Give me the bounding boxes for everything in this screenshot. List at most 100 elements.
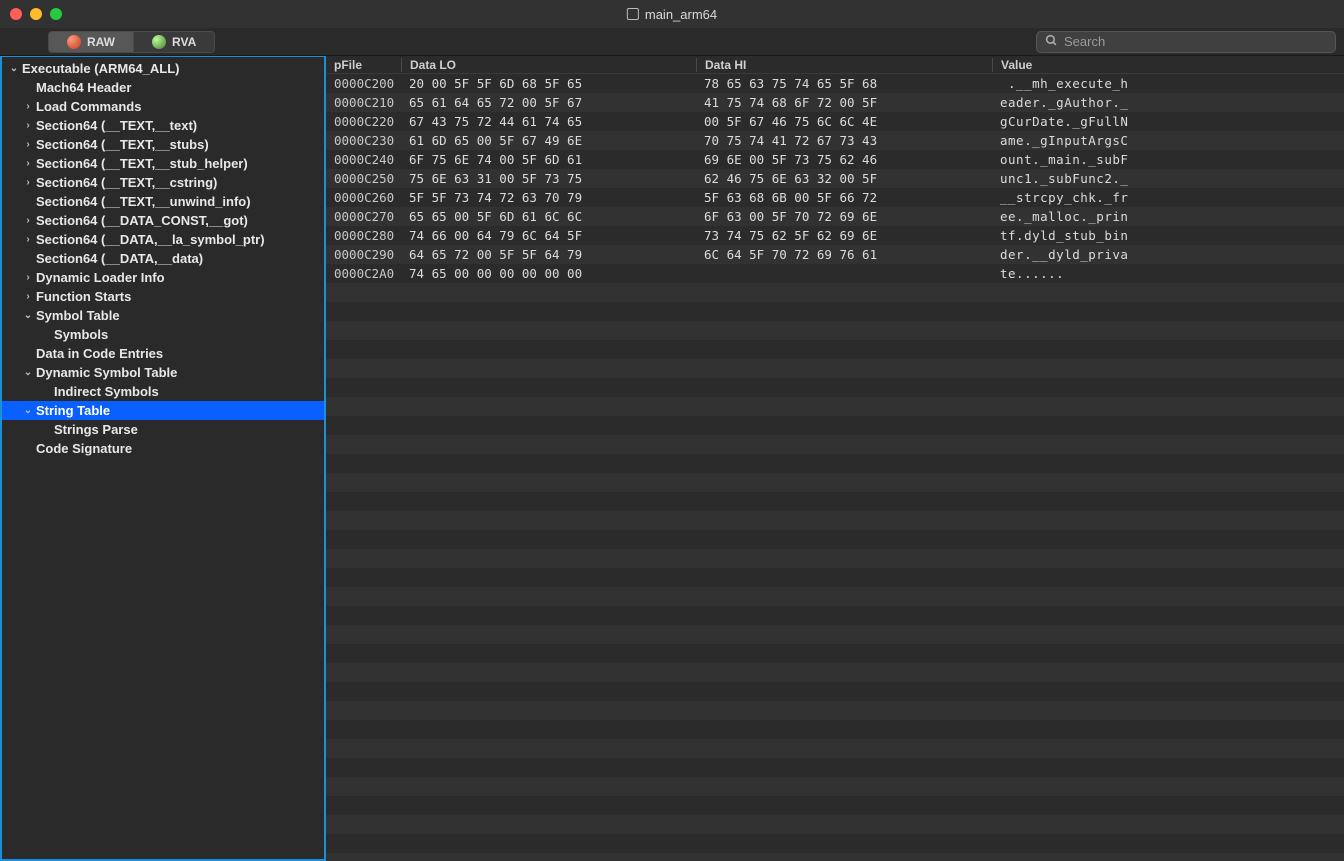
hex-row-empty bbox=[326, 701, 1344, 720]
tree-item-label: Section64 (__DATA,__la_symbol_ptr) bbox=[36, 232, 265, 247]
hex-row[interactable]: 0000C20020 00 5F 5F 6D 68 5F 6578 65 63 … bbox=[326, 74, 1344, 93]
tree-item[interactable]: ›Section64 (__TEXT,__stub_helper) bbox=[2, 154, 324, 173]
tree-item[interactable]: ›Section64 (__TEXT,__stubs) bbox=[2, 135, 324, 154]
tree-item-label: Function Starts bbox=[36, 289, 131, 304]
hex-data-hi: 62 46 75 6E 63 32 00 5F bbox=[696, 171, 992, 186]
tree-item[interactable]: Indirect Symbols bbox=[2, 382, 324, 401]
hex-row[interactable]: 0000C29064 65 72 00 5F 5F 64 796C 64 5F … bbox=[326, 245, 1344, 264]
disclosure-triangle-icon[interactable]: ⌄ bbox=[8, 63, 20, 74]
disclosure-triangle-icon[interactable]: › bbox=[22, 158, 34, 169]
hex-row[interactable]: 0000C23061 6D 65 00 5F 67 49 6E70 75 74 … bbox=[326, 131, 1344, 150]
hex-row-empty bbox=[326, 568, 1344, 587]
hex-row[interactable]: 0000C27065 65 00 5F 6D 61 6C 6C6F 63 00 … bbox=[326, 207, 1344, 226]
hex-data-lo: 5F 5F 73 74 72 63 70 79 bbox=[401, 190, 696, 205]
hex-row-empty bbox=[326, 340, 1344, 359]
disclosure-triangle-icon[interactable]: › bbox=[22, 101, 34, 112]
hex-ascii: te...... bbox=[992, 266, 1344, 281]
hex-data-hi: 70 75 74 41 72 67 73 43 bbox=[696, 133, 992, 148]
hex-row-empty bbox=[326, 663, 1344, 682]
hex-offset: 0000C250 bbox=[326, 171, 401, 186]
disclosure-triangle-icon[interactable]: › bbox=[22, 139, 34, 150]
column-header-pfile[interactable]: pFile bbox=[326, 58, 401, 72]
hex-row[interactable]: 0000C2A074 65 00 00 00 00 00 00 te...... bbox=[326, 264, 1344, 283]
hex-row[interactable]: 0000C2605F 5F 73 74 72 63 70 795F 63 68 … bbox=[326, 188, 1344, 207]
disclosure-triangle-icon[interactable]: › bbox=[22, 177, 34, 188]
hex-data-hi: 69 6E 00 5F 73 75 62 46 bbox=[696, 152, 992, 167]
tree-item[interactable]: ⌄String Table bbox=[2, 401, 324, 420]
hex-data-hi: 6F 63 00 5F 70 72 69 6E bbox=[696, 209, 992, 224]
hex-row-empty bbox=[326, 454, 1344, 473]
tree-item-label: Executable (ARM64_ALL) bbox=[22, 61, 179, 76]
tree-item-label: Section64 (__TEXT,__stubs) bbox=[36, 137, 209, 152]
tree-item[interactable]: ›Dynamic Loader Info bbox=[2, 268, 324, 287]
hex-view: pFile Data LO Data HI Value 0000C20020 0… bbox=[326, 56, 1344, 861]
close-window-button[interactable] bbox=[10, 8, 22, 20]
tree-item[interactable]: Section64 (__TEXT,__unwind_info) bbox=[2, 192, 324, 211]
window-controls bbox=[10, 8, 62, 20]
tree-item-label: Code Signature bbox=[36, 441, 132, 456]
hex-row-empty bbox=[326, 549, 1344, 568]
tree-item[interactable]: ⌄Dynamic Symbol Table bbox=[2, 363, 324, 382]
disclosure-triangle-icon[interactable]: › bbox=[22, 215, 34, 226]
hex-rows[interactable]: 0000C20020 00 5F 5F 6D 68 5F 6578 65 63 … bbox=[326, 74, 1344, 861]
hex-data-lo: 61 6D 65 00 5F 67 49 6E bbox=[401, 133, 696, 148]
hex-row-empty bbox=[326, 853, 1344, 861]
disclosure-triangle-icon[interactable]: › bbox=[22, 120, 34, 131]
minimize-window-button[interactable] bbox=[30, 8, 42, 20]
hex-data-hi: 73 74 75 62 5F 62 69 6E bbox=[696, 228, 992, 243]
column-header-data-hi[interactable]: Data HI bbox=[696, 58, 992, 72]
hex-offset: 0000C200 bbox=[326, 76, 401, 91]
tree-item[interactable]: ⌄Symbol Table bbox=[2, 306, 324, 325]
disclosure-triangle-icon[interactable]: ⌄ bbox=[22, 405, 34, 416]
tree-item[interactable]: ›Load Commands bbox=[2, 97, 324, 116]
raw-view-button[interactable]: RAW bbox=[48, 31, 134, 53]
disclosure-triangle-icon[interactable]: › bbox=[22, 234, 34, 245]
hex-row[interactable]: 0000C21065 61 64 65 72 00 5F 6741 75 74 … bbox=[326, 93, 1344, 112]
column-header-value[interactable]: Value bbox=[992, 58, 1344, 72]
column-header-data-lo[interactable]: Data LO bbox=[401, 58, 696, 72]
disclosure-triangle-icon[interactable]: › bbox=[22, 272, 34, 283]
hex-ascii: .__mh_execute_h bbox=[992, 76, 1344, 91]
rva-view-button[interactable]: RVA bbox=[134, 31, 215, 53]
tree-item[interactable]: ›Section64 (__TEXT,__text) bbox=[2, 116, 324, 135]
hex-ascii: gCurDate._gFullN bbox=[992, 114, 1344, 129]
hex-row-empty bbox=[326, 378, 1344, 397]
hex-data-lo: 74 65 00 00 00 00 00 00 bbox=[401, 266, 696, 281]
tree-item[interactable]: Strings Parse bbox=[2, 420, 324, 439]
hex-data-lo: 75 6E 63 31 00 5F 73 75 bbox=[401, 171, 696, 186]
hex-offset: 0000C290 bbox=[326, 247, 401, 262]
hex-row[interactable]: 0000C2406F 75 6E 74 00 5F 6D 6169 6E 00 … bbox=[326, 150, 1344, 169]
disclosure-triangle-icon[interactable]: › bbox=[22, 291, 34, 302]
tree-item[interactable]: ›Section64 (__TEXT,__cstring) bbox=[2, 173, 324, 192]
hex-row[interactable]: 0000C28074 66 00 64 79 6C 64 5F73 74 75 … bbox=[326, 226, 1344, 245]
hex-ascii: der.__dyld_priva bbox=[992, 247, 1344, 262]
hex-row[interactable]: 0000C22067 43 75 72 44 61 74 6500 5F 67 … bbox=[326, 112, 1344, 131]
mach-o-structure-tree[interactable]: ⌄Executable (ARM64_ALL) Mach64 Header›Lo… bbox=[0, 56, 326, 861]
search-field-wrap[interactable] bbox=[1036, 31, 1336, 53]
hex-data-hi: 00 5F 67 46 75 6C 6C 4E bbox=[696, 114, 992, 129]
search-input[interactable] bbox=[1064, 34, 1327, 49]
tree-item[interactable]: Mach64 Header bbox=[2, 78, 324, 97]
hex-offset: 0000C2A0 bbox=[326, 266, 401, 281]
maximize-window-button[interactable] bbox=[50, 8, 62, 20]
hex-data-lo: 67 43 75 72 44 61 74 65 bbox=[401, 114, 696, 129]
tree-item-label: Symbol Table bbox=[36, 308, 120, 323]
tree-item[interactable]: Data in Code Entries bbox=[2, 344, 324, 363]
hex-row[interactable]: 0000C25075 6E 63 31 00 5F 73 7562 46 75 … bbox=[326, 169, 1344, 188]
tree-item[interactable]: Code Signature bbox=[2, 439, 324, 458]
tree-item[interactable]: Symbols bbox=[2, 325, 324, 344]
tree-item[interactable]: ›Section64 (__DATA,__la_symbol_ptr) bbox=[2, 230, 324, 249]
hex-ascii: ount._main._subF bbox=[992, 152, 1344, 167]
tree-item[interactable]: Section64 (__DATA,__data) bbox=[2, 249, 324, 268]
view-mode-segmented: RAW RVA bbox=[48, 31, 215, 53]
hex-data-lo: 65 65 00 5F 6D 61 6C 6C bbox=[401, 209, 696, 224]
hex-row-empty bbox=[326, 283, 1344, 302]
tree-item[interactable]: ›Function Starts bbox=[2, 287, 324, 306]
hex-ascii: ame._gInputArgsC bbox=[992, 133, 1344, 148]
disclosure-triangle-icon[interactable]: ⌄ bbox=[22, 367, 34, 378]
hex-row-empty bbox=[326, 530, 1344, 549]
tree-item[interactable]: ⌄Executable (ARM64_ALL) bbox=[2, 59, 324, 78]
disclosure-triangle-icon[interactable]: ⌄ bbox=[22, 310, 34, 321]
tree-item[interactable]: ›Section64 (__DATA_CONST,__got) bbox=[2, 211, 324, 230]
hex-row-empty bbox=[326, 777, 1344, 796]
